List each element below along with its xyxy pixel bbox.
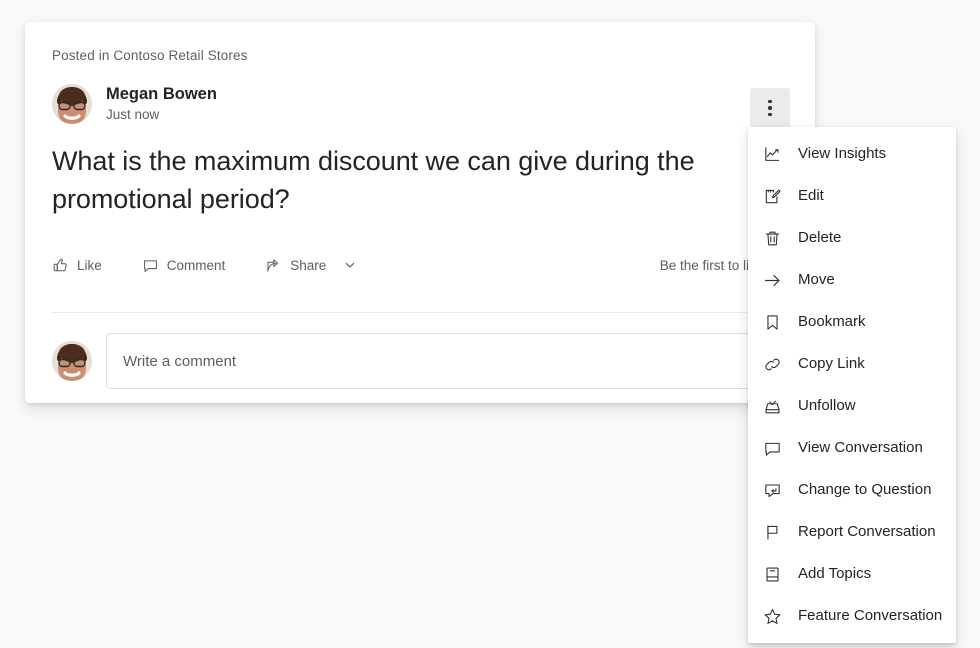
card-divider (52, 312, 788, 313)
post-card: Posted in Contoso Retail Stores Megan Bo… (25, 22, 815, 403)
unfollow-icon (762, 396, 782, 416)
like-label: Like (77, 257, 102, 273)
share-icon (265, 257, 282, 274)
kebab-dot (768, 106, 772, 110)
author-meta: Megan Bowen Just now (106, 84, 217, 124)
comment-label: Comment (166, 257, 226, 273)
comment-placeholder: Write a comment (123, 352, 237, 370)
menu-item-view-conversation[interactable]: View Conversation (748, 427, 956, 469)
menu-item-edit[interactable]: Edit (748, 175, 956, 217)
flag-icon (762, 522, 782, 542)
menu-item-label: Add Topics (798, 565, 872, 582)
more-options-button[interactable] (750, 88, 790, 128)
post-body-text: What is the maximum discount we can give… (52, 146, 695, 214)
arrow-right-icon (762, 270, 782, 290)
thumbs-up-icon (52, 257, 69, 274)
kebab-dot (768, 112, 772, 117)
menu-item-bookmark[interactable]: Bookmark (748, 301, 956, 343)
post-author: Megan Bowen Just now (52, 84, 217, 124)
share-button[interactable]: Share (265, 257, 356, 274)
like-button[interactable]: Like (52, 257, 102, 274)
menu-item-add-topics[interactable]: Add Topics (748, 553, 956, 595)
menu-item-label: Edit (798, 187, 824, 204)
comment-button[interactable]: Comment (142, 257, 226, 274)
menu-item-label: Delete (798, 229, 842, 246)
menu-item-delete[interactable]: Delete (748, 217, 956, 259)
avatar (52, 84, 92, 124)
comment-input[interactable]: Write a comment (106, 333, 788, 389)
menu-item-change-to-question[interactable]: Change to Question (748, 469, 956, 511)
conversation-icon (762, 438, 782, 458)
menu-item-move[interactable]: Move (748, 259, 956, 301)
menu-item-label: Change to Question (798, 481, 932, 498)
change-to-question-icon (762, 480, 782, 500)
link-icon (762, 354, 782, 374)
post-timestamp: Just now (106, 107, 160, 122)
menu-item-unfollow[interactable]: Unfollow (748, 385, 956, 427)
menu-item-label: Bookmark (798, 313, 866, 330)
menu-item-label: Move (798, 271, 835, 288)
add-topics-icon (762, 564, 782, 584)
comment-bubble-icon (142, 257, 159, 274)
menu-item-label: Copy Link (798, 355, 865, 372)
share-label: Share (290, 257, 327, 273)
composer-avatar (52, 341, 92, 381)
chevron-down-icon[interactable] (344, 259, 356, 271)
comment-composer: Write a comment (52, 332, 788, 390)
menu-item-label: View Conversation (798, 439, 923, 456)
menu-item-label: Feature Conversation (798, 607, 943, 624)
delete-icon (762, 228, 782, 248)
star-icon (762, 606, 782, 626)
menu-item-label: Report Conversation (798, 523, 936, 540)
edit-icon (762, 186, 782, 206)
post-action-bar: Like Comment Share Be the first to like … (52, 250, 788, 280)
menu-item-copy-link[interactable]: Copy Link (748, 343, 956, 385)
app-root: Posted in Contoso Retail Stores Megan Bo… (0, 0, 980, 648)
author-name[interactable]: Megan Bowen (106, 84, 217, 104)
bookmark-icon (762, 312, 782, 332)
menu-item-report-conversation[interactable]: Report Conversation (748, 511, 956, 553)
insights-icon (762, 144, 782, 164)
menu-item-feature-conversation[interactable]: Feature Conversation (748, 595, 956, 637)
menu-item-view-insights[interactable]: View Insights (748, 133, 956, 175)
posted-in-label: Posted in Contoso Retail Stores (52, 48, 248, 63)
menu-item-label: View Insights (798, 145, 887, 162)
kebab-dot (768, 99, 772, 104)
overflow-context-menu: View Insights Edit Delete Move Bookmark … (748, 127, 956, 643)
menu-item-label: Unfollow (798, 397, 856, 414)
